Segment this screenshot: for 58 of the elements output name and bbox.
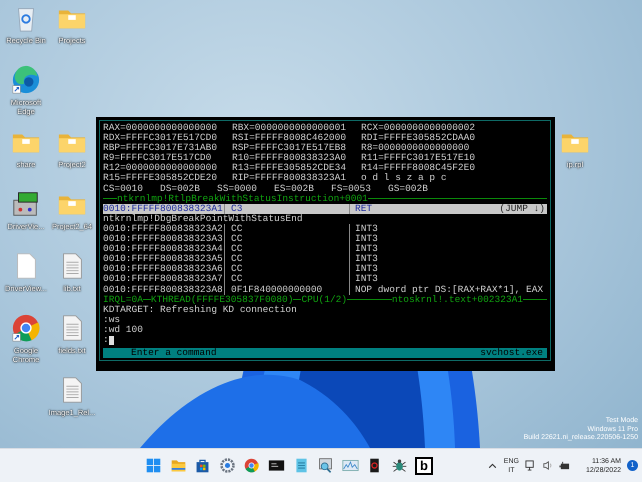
bag-icon[interactable] [194,457,212,474]
symbol-label: ntkrnlmp!DbgBreakPointWithStatusEnd [103,214,304,224]
edge-icon[interactable] [11,65,41,95]
command-prompt: : [103,334,109,346]
process-name: svchost.exe [480,348,543,358]
register-value: R9=FFFFC3017E517CD0 [103,153,212,164]
segment-register: FS=0053 [331,184,372,194]
register-value: R8=0000000000000000 [361,143,470,154]
register-value: R10=FFFFF800838323A0 [232,153,348,164]
disassembly-row[interactable]: 0010:FFFFF800838323A4 CC INT3 [103,244,547,254]
register-value: RBP=FFFFC3017E731AB0 [103,143,218,154]
segment-register: DS=002B [160,184,201,194]
disassembly-row[interactable]: 0010:FFFFF800838323A5 CC INT3 [103,254,547,264]
magnifier-icon[interactable] [317,457,334,474]
register-value: RAX=0000000000000000 [103,123,218,134]
disassembly-row[interactable]: 0010:FFFFF800838323A3 CC INT3 [103,234,547,244]
console-line: KDTARGET: Refreshing KD connection [103,304,298,315]
register-value: R11=FFFFC3017E517E10 [361,153,476,164]
segment-register: ES=002B [274,184,315,194]
segment-register: CS=0010 [103,184,144,194]
disassembly-row[interactable]: 0010:FFFFF800838323A1 C3 RET (JUMP ↓) [103,204,547,214]
register-value: RSI=FFFFF8008C462000 [232,133,348,144]
chart-icon[interactable] [342,457,359,474]
battery-icon[interactable] [558,460,570,471]
bug-icon[interactable] [390,457,408,474]
register-value: RDI=FFFFE305852CDAA0 [361,133,476,144]
symbol-header: ntkrnlmp!RtlpBreakWithStatusInstruction+0001 [117,194,368,204]
register-value: RIP=FFFFF800838323A1 [232,173,348,184]
status-text: IRQL=0A [103,294,143,305]
register-value: R15=FFFFE305852CDE20 [103,173,218,184]
disassembly-row[interactable]: 0010:FFFFF800838323A7 CC INT3 [103,274,547,284]
status-text: CPU(1/2) [301,294,348,305]
disassembly-row[interactable]: 0010:FFFFF800838323A6 CC INT3 [103,264,547,274]
register-value: RBX=0000000000000001 [232,123,348,134]
text-cursor [108,336,114,345]
segment-register: SS=0000 [217,184,258,194]
command-hint: Enter a command [131,348,217,358]
status-text: KTHREAD(FFFFE305837F0080) [150,294,294,305]
register-value: R12=0000000000000000 [103,163,218,174]
register-value: R13=FFFFE305852CDE34 [232,163,348,174]
network-icon[interactable] [524,460,536,471]
register-value: RCX=0000000000000002 [361,123,476,134]
console-line: :ws [103,314,122,325]
register-value: o d l s z a p c [361,173,448,184]
segment-register: GS=002B [388,184,429,194]
status-location: ntoskrnl!.text+002323A1 [392,294,523,305]
app-icon[interactable]: b [415,456,434,474]
start-icon[interactable] [145,457,162,474]
register-value: RDX=FFFFC3017E517CD0 [103,133,218,144]
console-line: :wd 100 [103,324,144,335]
disassembly-row[interactable]: 0010:FFFFF800838323A2 CC INT3 [103,224,547,234]
register-value: R14=FFFFF8008C45F2E0 [361,163,476,174]
chrome-icon[interactable] [11,313,41,343]
register-value: RSP=FFFFC3017E517EB8 [232,143,348,154]
speaker-icon[interactable] [542,460,553,471]
disassembly-row[interactable]: 0010:FFFFF800838323A8 0F1F840000000000 NOP dword ptr DS:[RAX+RAX*1], EAX [103,284,547,295]
chrome-icon[interactable] [243,457,260,474]
gear-icon[interactable] [218,457,236,474]
